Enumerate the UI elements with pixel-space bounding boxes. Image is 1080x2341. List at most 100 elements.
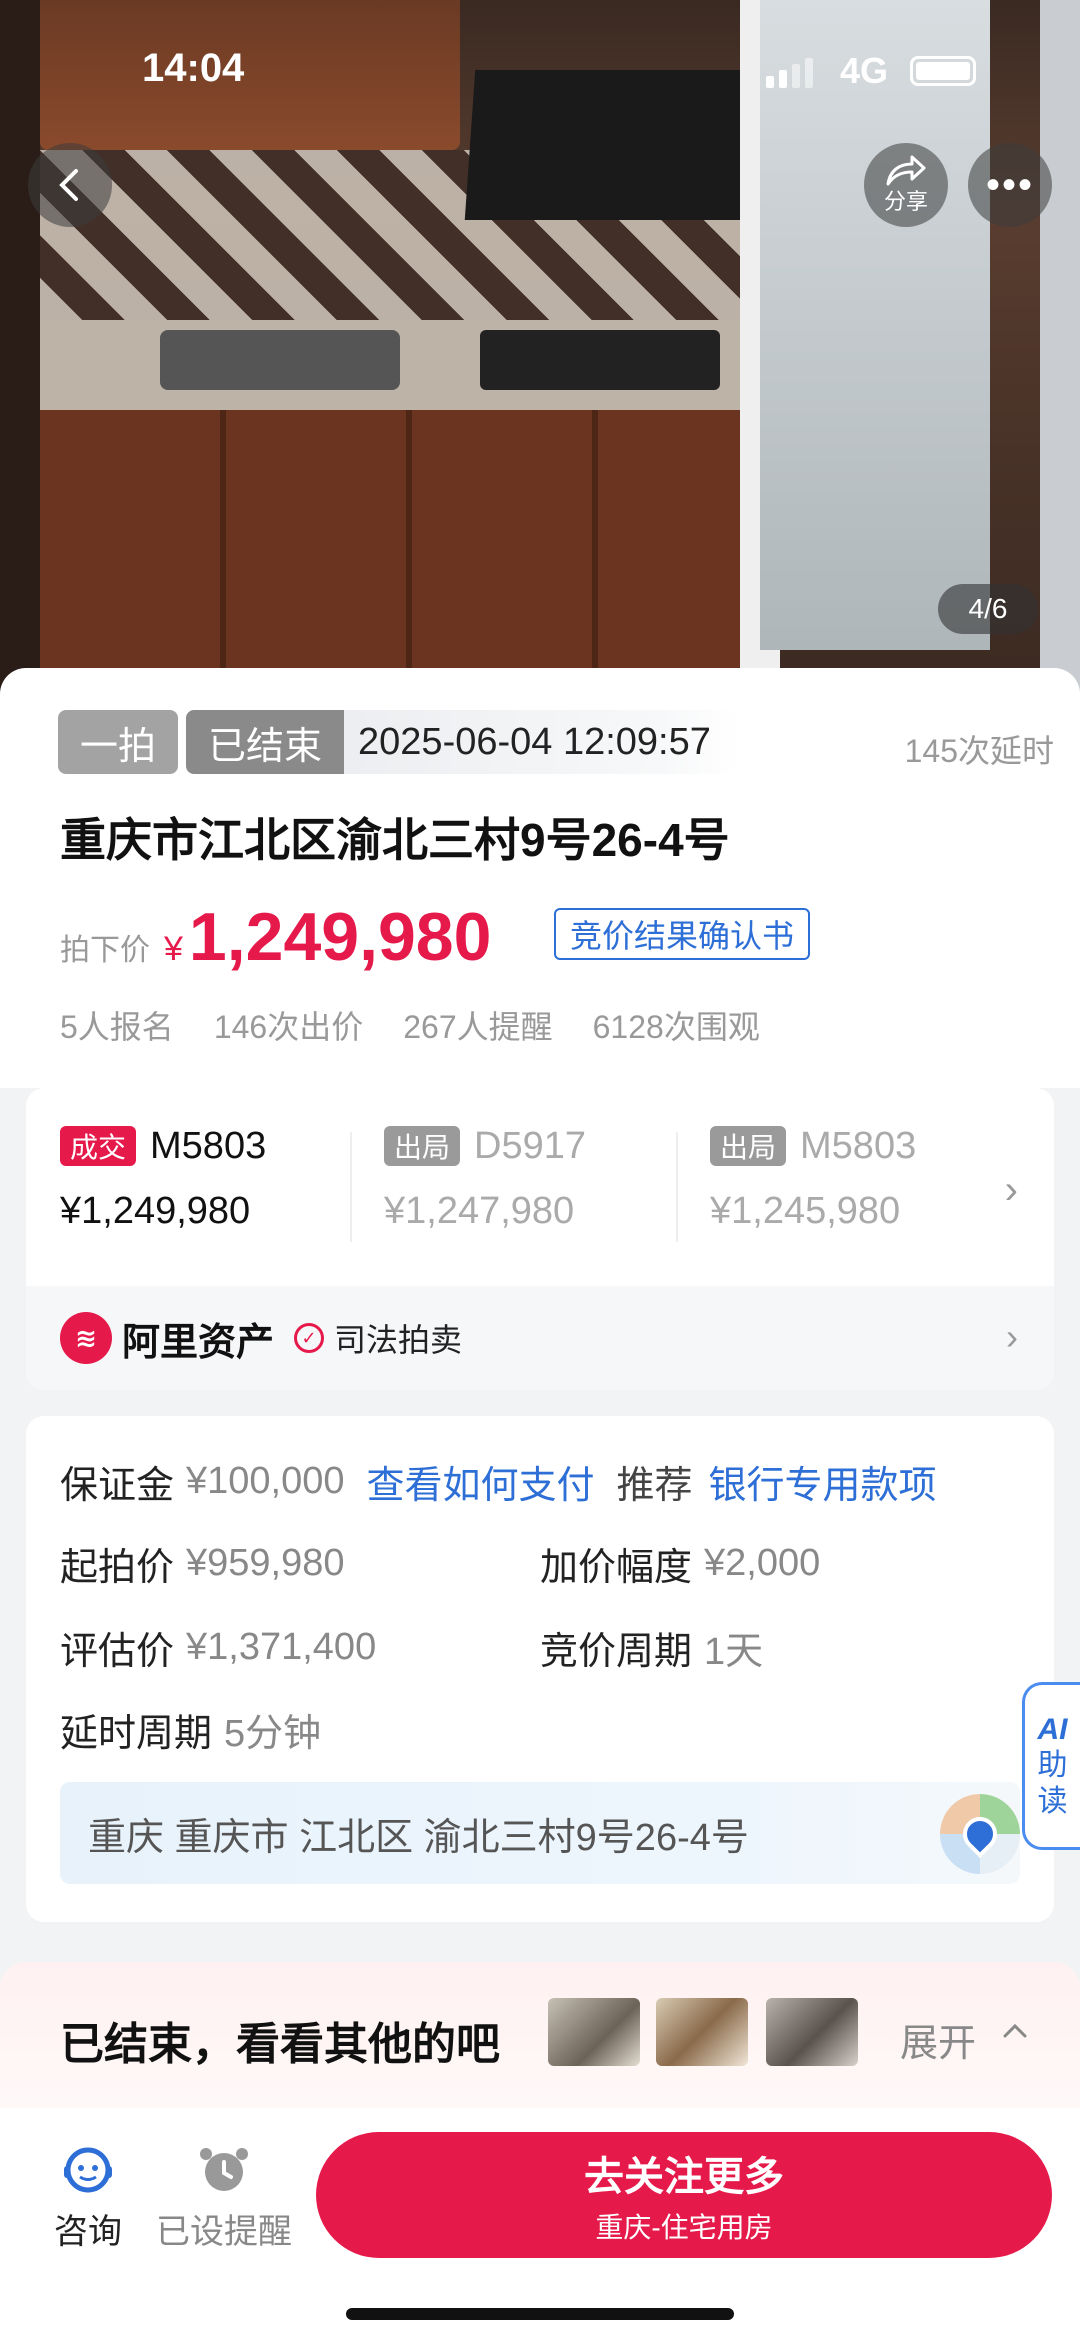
status-bar: 14:04 4G (0, 0, 1080, 140)
bid-record: 成交 M5803 ¥1,249,980 (60, 1124, 360, 1233)
deposit-label: 保证金 (60, 1465, 175, 1507)
chevron-up-icon[interactable] (1000, 2016, 1030, 2046)
recommend-panel: 已结束，看看其他的吧 展开 (0, 1962, 1080, 2108)
stat-reminders: 267人提醒 (403, 1009, 553, 1045)
recommend-title: 已结束，看看其他的吧 (60, 2020, 500, 2069)
expand-button[interactable]: 展开 (900, 2012, 976, 2067)
bidder-code: D5917 (474, 1124, 586, 1167)
ali-assets-logo-icon: ≋ (60, 1312, 112, 1364)
verified-check-icon: ✓ (294, 1323, 325, 1353)
bid-amount: ¥1,249,980 (60, 1190, 251, 1232)
appraisal-label: 评估价 (60, 1631, 175, 1673)
recommend-thumbnail[interactable] (548, 1998, 640, 2066)
follow-more-button[interactable]: 去关注更多 重庆-住宅用房 (316, 2132, 1052, 2258)
deposit-value: ¥100,000 (186, 1460, 345, 1502)
bidder-code: M5803 (150, 1124, 267, 1167)
consult-button[interactable]: 咨询 (54, 2144, 122, 2253)
ai-reader-tab[interactable]: AI 助 读 (1022, 1682, 1080, 1850)
chevron-right-icon: › (1004, 1168, 1018, 1212)
price-currency: ¥ (164, 930, 183, 968)
chevron-right-icon: › (1006, 1316, 1018, 1357)
photo-region (480, 330, 720, 390)
follow-more-label: 去关注更多 (584, 2155, 784, 2199)
start-price-value: ¥959,980 (186, 1542, 345, 1584)
bid-amount: ¥1,247,980 (384, 1190, 575, 1232)
image-counter: 4/6 (938, 584, 1038, 634)
bid-history-card[interactable]: 成交 M5803 ¥1,249,980 出局 D5917 ¥1,247,980 … (26, 1088, 1054, 1390)
map-pin-icon[interactable] (940, 1794, 1020, 1874)
bidding-period-row: 竞价周期 1天 (540, 1620, 763, 1675)
address-bar[interactable]: 重庆 重庆市 江北区 渝北三村9号26-4号 (60, 1782, 1020, 1884)
share-label: 分享 (883, 189, 928, 214)
back-button[interactable] (28, 143, 112, 227)
outbid-badge: 出局 (710, 1126, 787, 1166)
appraisal-value: ¥1,371,400 (186, 1626, 377, 1668)
consult-label: 咨询 (54, 2213, 122, 2251)
start-price-label: 起拍价 (60, 1547, 175, 1589)
status-time: 14:04 (142, 46, 245, 90)
delay-count: 145次延时 (904, 733, 1054, 769)
battery-icon (910, 56, 976, 86)
more-button[interactable]: ••• (968, 143, 1052, 227)
share-icon (886, 155, 926, 186)
reminder-button[interactable]: 已设提醒 (156, 2144, 292, 2253)
auction-summary-card: 一拍 已结束 2025-06-04 12:09:57 145次延时 重庆市江北区… (0, 668, 1080, 1088)
signal-icon (766, 58, 813, 88)
bidder-code: M5803 (800, 1124, 917, 1167)
status-tag: 已结束 (186, 710, 345, 774)
divider (350, 1132, 352, 1242)
recommend-thumbnail[interactable] (656, 1998, 748, 2066)
appraisal-row: 评估价 ¥1,371,400 (60, 1620, 376, 1675)
ai-label-char: 助 (1037, 1749, 1068, 1782)
auction-info-card: 保证金 ¥100,000 查看如何支付 推荐 银行专用款项 起拍价 ¥959,9… (26, 1416, 1054, 1922)
recommend-label: 推荐 (616, 1465, 693, 1507)
bidding-period-label: 竞价周期 (540, 1631, 693, 1673)
property-title: 重庆市江北区渝北三村9号26-4号 (60, 814, 730, 866)
bid-amount: ¥1,245,980 (710, 1190, 901, 1232)
alarm-clock-icon (196, 2144, 252, 2196)
photo-region (160, 330, 400, 390)
increment-value: ¥2,000 (704, 1542, 821, 1584)
network-type: 4G (840, 50, 889, 91)
auction-stats: 5人报名 146次出价 267人提醒 6128次围观 (60, 1002, 760, 1048)
stat-bids: 146次出价 (213, 1009, 364, 1045)
confirmation-link[interactable]: 竞价结果确认书 (554, 908, 811, 960)
start-price-row: 起拍价 ¥959,980 (60, 1536, 345, 1591)
stat-views: 6128次围观 (592, 1009, 760, 1045)
final-price: 1,249,980 (188, 899, 492, 975)
price-label: 拍下价 (60, 934, 150, 967)
final-price-row: 拍下价 ¥ 1,249,980 (60, 898, 491, 976)
end-time: 2025-06-04 12:09:57 (344, 710, 739, 774)
increment-row: 加价幅度 ¥2,000 (540, 1536, 820, 1591)
reminder-label: 已设提醒 (156, 2213, 292, 2251)
bottom-action-bar: 咨询 已设提醒 去关注更多 重庆-住宅用房 (0, 2108, 1080, 2341)
follow-more-sublabel: 重庆-住宅用房 (595, 2212, 773, 2243)
outbid-badge: 出局 (384, 1126, 461, 1166)
bank-account-link[interactable]: 银行专用款项 (709, 1454, 937, 1509)
ai-label-char: 读 (1037, 1785, 1068, 1818)
status-tags: 一拍 已结束 2025-06-04 12:09:57 (58, 710, 739, 774)
winning-badge: 成交 (60, 1126, 137, 1166)
stat-registrations: 5人报名 (60, 1009, 174, 1045)
home-indicator[interactable] (346, 2308, 734, 2320)
divider (676, 1132, 678, 1242)
round-tag: 一拍 (58, 710, 179, 774)
platform-row[interactable]: ≋ 阿里资产 ✓ 司法拍卖 › (26, 1286, 1054, 1390)
delay-period-row: 延时周期 5分钟 (60, 1702, 321, 1757)
platform-name: 阿里资产 (122, 1321, 275, 1364)
bid-record: 出局 M5803 ¥1,245,980 (710, 1124, 960, 1233)
delay-period-value: 5分钟 (224, 1713, 322, 1755)
recommend-thumbnail[interactable] (766, 1998, 858, 2066)
increment-label: 加价幅度 (540, 1547, 693, 1589)
share-button[interactable]: 分享 (864, 143, 948, 227)
photo-region (40, 410, 780, 670)
deposit-row: 保证金 ¥100,000 查看如何支付 推荐 银行专用款项 (60, 1454, 937, 1509)
bidding-period-value: 1天 (704, 1631, 764, 1673)
more-icon: ••• (985, 162, 1034, 207)
how-to-pay-link[interactable]: 查看如何支付 (367, 1454, 595, 1509)
ai-label: AI (1037, 1713, 1068, 1746)
delay-period-label: 延时周期 (60, 1713, 213, 1755)
consult-icon (60, 2144, 116, 2196)
bid-record: 出局 D5917 ¥1,247,980 (384, 1124, 684, 1233)
platform-subtitle: 司法拍卖 (334, 1322, 463, 1358)
